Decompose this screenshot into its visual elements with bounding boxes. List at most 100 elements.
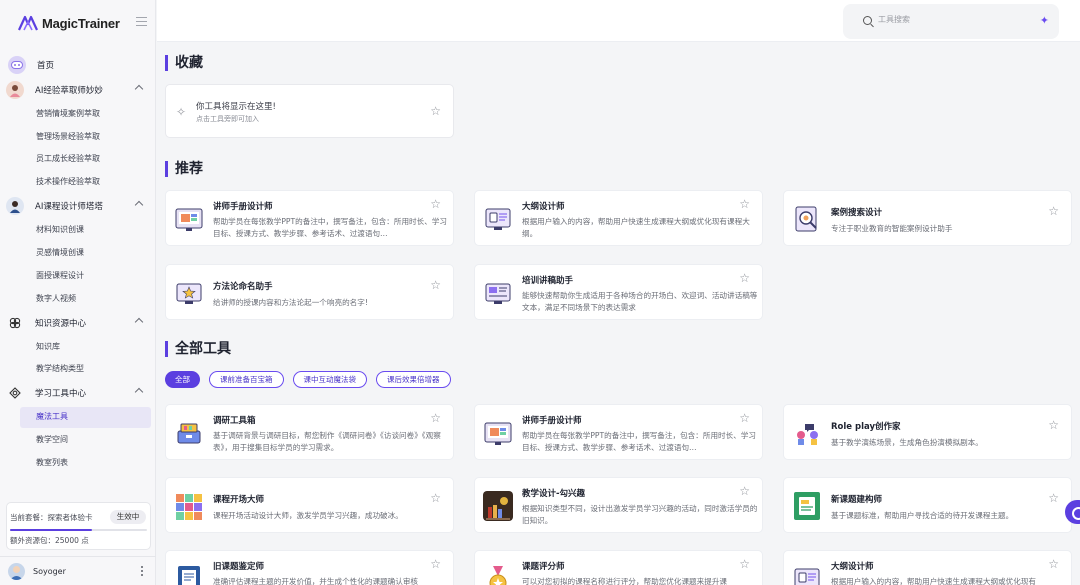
chevron-up-icon[interactable] [134, 84, 144, 94]
tool-card[interactable]: 方法论命名助手 给讲师的授课内容和方法论起一个响亮的名字! ☆ [165, 264, 454, 320]
chevron-up-icon[interactable] [134, 387, 144, 397]
sidebar-group-knowledge[interactable]: 知识资源中心 [6, 312, 150, 334]
plan-progress [10, 529, 147, 531]
filter-tab-after-class[interactable]: 课后效果倍增器 [376, 371, 451, 388]
tool-card[interactable]: 新课题建构师 基于课题标准，帮助用户寻找合适的待开发课程主题。 ☆ [783, 477, 1072, 533]
card-title: 课程开场大师 [213, 495, 265, 505]
star-icon[interactable]: ☆ [739, 485, 750, 497]
sidebar-item-home[interactable]: 首页 [6, 54, 150, 76]
tool-card[interactable]: 教学设计-勾兴趣 根据知识类型不同，设计出激发学员学习兴趣的活动，同时激活学员的… [474, 477, 763, 533]
recommended-title: 推荐 [165, 161, 203, 177]
card-title: 案例搜索设计 [831, 208, 883, 218]
star-icon[interactable]: ☆ [739, 558, 750, 570]
sidebar-item[interactable]: 材料知识创课 [36, 222, 84, 238]
logo[interactable]: MagicTrainer [0, 0, 155, 46]
sidebar-item-label: 首页 [37, 61, 55, 71]
tool-card[interactable]: 课程开场大师 课程开场活动设计大师，激发学员学习兴趣，成功破冰。 ☆ [165, 477, 454, 533]
sidebar-item[interactable]: 营销情境案例萃取 [36, 106, 100, 122]
card-title: 课题评分师 [522, 562, 565, 572]
tool-card[interactable]: 课题评分师 可以对您初拟的课程名称进行评分，帮助您优化课题来提升课 ☆ [474, 550, 763, 585]
card-title: 大纲设计师 [522, 202, 565, 212]
sidebar-item[interactable]: 技术操作经验萃取 [36, 174, 100, 190]
star-icon[interactable]: ☆ [1048, 419, 1059, 431]
card-desc: 根据用户输入的内容，帮助用户快速生成课程大纲或优化现有 [831, 577, 1037, 585]
sidebar-item[interactable]: 教学空间 [36, 432, 68, 448]
star-icon[interactable]: ☆ [739, 198, 750, 210]
medal-icon [489, 566, 507, 585]
star-icon[interactable]: ☆ [1048, 492, 1059, 504]
more-icon[interactable] [141, 566, 144, 578]
sidebar-item[interactable]: 灵感情境创课 [36, 245, 84, 261]
chevron-up-icon[interactable] [134, 317, 144, 327]
sidebar-item[interactable]: 面授课程设计 [36, 268, 84, 284]
tool-card[interactable]: 旧课题鉴定师 准确评估课程主题的开发价值，并生成个性化的课题确认审核 ☆ [165, 550, 454, 585]
star-icon[interactable]: ☆ [430, 558, 441, 570]
filter-tab-in-class[interactable]: 课中互动魔法袋 [292, 371, 367, 388]
card-desc: 根据知识类型不同，设计出激发学员学习兴趣的活动，同时激活学员的旧知识。 [522, 504, 758, 525]
tool-card[interactable]: 讲师手册设计师 帮助学员在每张教学PPT的备注中，撰写备注，包含：所用时长、学习… [165, 190, 454, 246]
tool-card[interactable]: 培训讲稿助手 能够快速帮助你生成适用于各种场合的开场白、欢迎词、活动讲话稿等文本… [474, 264, 763, 320]
avatar [8, 562, 25, 580]
user-row[interactable]: Soyoger [0, 556, 156, 585]
star-icon[interactable]: ☆ [1048, 205, 1059, 217]
tool-card[interactable]: 案例搜索设计 专注于职业教育的智能案例设计助手 ☆ [783, 190, 1072, 246]
document-icon [794, 492, 820, 520]
search-input[interactable] [878, 15, 1018, 24]
magic-logo-icon [18, 15, 38, 31]
tools-icon [6, 384, 24, 402]
tool-card[interactable]: 调研工具箱 基于调研背景与调研目标，帮您制作《调研问卷》《访谈问卷》《观察表》，… [165, 404, 454, 460]
status-badge: 生效中 [110, 510, 146, 524]
sparkle-icon[interactable]: ✦ [1040, 14, 1049, 27]
filter-tab-all[interactable]: 全部 [165, 371, 200, 388]
star-icon[interactable]: ☆ [430, 279, 441, 291]
star-icon[interactable]: ☆ [430, 198, 441, 210]
sidebar-collapse-icon[interactable] [136, 17, 147, 28]
card-title: Role play创作家 [831, 422, 901, 432]
sidebar-item[interactable]: 教学结构类型 [36, 361, 84, 377]
card-desc: 根据用户输入的内容，帮助用户快速生成课程大纲或优化现有课程大纲。 [522, 217, 750, 238]
favorites-title: 收藏 [165, 55, 203, 71]
sidebar-item[interactable]: 教室列表 [36, 455, 68, 471]
search-box[interactable]: ✦ [843, 4, 1059, 39]
sidebar-group-label: AI课程设计师塔塔 [35, 202, 103, 212]
tool-card[interactable]: 讲师手册设计师 帮助学员在每张教学PPT的备注中，撰写备注，包含：所用时长、学习… [474, 404, 763, 460]
card-desc: 可以对您初拟的课程名称进行评分，帮助您优化课题来提升课 [522, 577, 728, 585]
top-bar: ✦ [157, 0, 1080, 42]
star-icon[interactable]: ☆ [739, 412, 750, 424]
filter-tab-before-class[interactable]: 课前准备百宝箱 [209, 371, 284, 388]
sidebar-item[interactable]: 管理场景经验萃取 [36, 129, 100, 145]
card-title: 方法论命名助手 [213, 282, 273, 292]
plan-extra: 额外资源包：25000 点 [10, 536, 89, 545]
tool-card[interactable]: 大纲设计师 根据用户输入的内容，帮助用户快速生成课程大纲或优化现有课程大纲。 ☆ [474, 190, 763, 246]
sidebar-group-extraction[interactable]: AI经验萃取师妙妙 [6, 79, 150, 101]
tool-card[interactable]: Role play创作家 基于教学演练场景，生成角色扮演模拟剧本。 ☆ [783, 404, 1072, 460]
sidebar-item[interactable]: 数字人视频 [36, 291, 76, 307]
card-title: 教学设计-勾兴趣 [522, 489, 586, 499]
star-icon[interactable]: ☆ [430, 105, 441, 117]
plan-progress-fill [10, 529, 93, 531]
knowledge-icon [6, 314, 24, 332]
persona-avatar-icon [6, 81, 24, 99]
star-icon[interactable]: ☆ [1048, 558, 1059, 570]
sidebar-item[interactable]: 员工成长经验萃取 [36, 151, 100, 167]
sidebar-group-tools[interactable]: 学习工具中心 [6, 382, 150, 404]
ppt-icon [175, 208, 203, 231]
outline-icon [485, 208, 511, 230]
sidebar-item-magic-tools[interactable]: 魔法工具 [36, 409, 68, 425]
card-desc: 准确评估课程主题的开发价值，并生成个性化的课题确认审核 [213, 577, 419, 585]
naming-icon [176, 283, 202, 304]
tool-card[interactable]: 大纲设计师 根据用户输入的内容，帮助用户快速生成课程大纲或优化现有 ☆ [783, 550, 1072, 585]
star-icon[interactable]: ☆ [430, 412, 441, 424]
sidebar-item[interactable]: 知识库 [36, 339, 60, 355]
sidebar-group-course-design[interactable]: AI课程设计师塔塔 [6, 195, 150, 217]
star-icon[interactable]: ☆ [739, 272, 750, 284]
star-icon[interactable]: ☆ [430, 492, 441, 504]
card-title: 讲师手册设计师 [213, 202, 273, 212]
sidebar: MagicTrainer 首页 AI经验萃取师妙妙 营销情境案例萃取 管理场景经… [0, 0, 156, 585]
sparkle-icon: ✧ [176, 105, 187, 119]
card-desc: 给讲师的授课内容和方法论起一个响亮的名字! [213, 298, 368, 307]
card-desc: 基于教学演练场景，生成角色扮演模拟剧本。 [831, 438, 983, 447]
app-name: MagicTrainer [42, 15, 120, 31]
card-desc: 能够快速帮助你生成适用于各种场合的开场白、欢迎词、活动讲话稿等文本，满足不同场景… [522, 291, 758, 312]
chevron-up-icon[interactable] [134, 200, 144, 210]
